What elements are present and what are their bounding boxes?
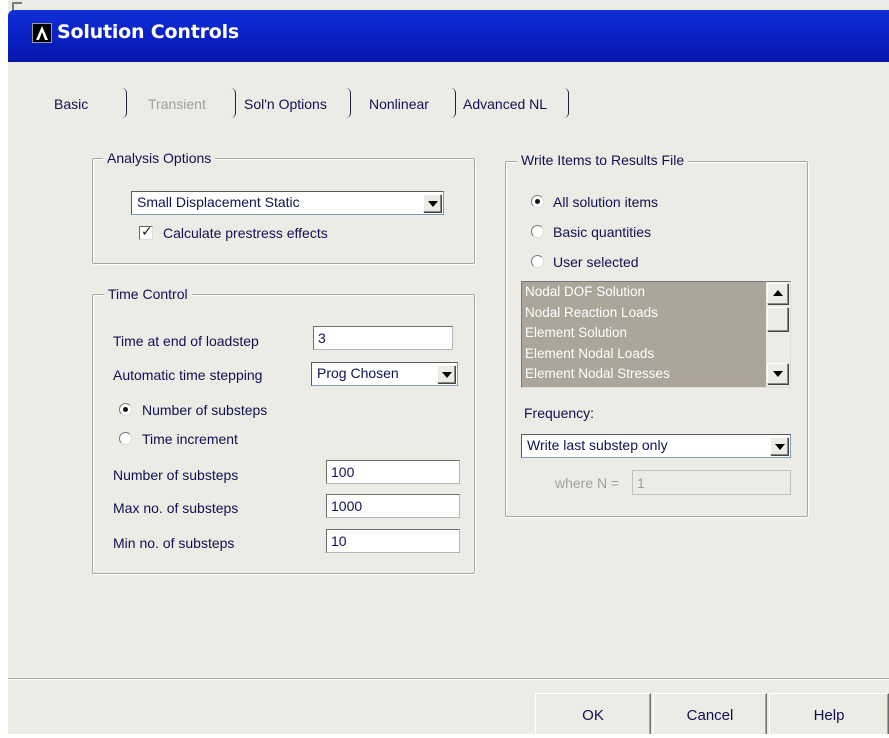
- cancel-button[interactable]: Cancel: [653, 693, 767, 734]
- tab-divider: [122, 88, 127, 118]
- min-substeps-field[interactable]: [327, 530, 459, 552]
- checkmark-icon: ✓: [141, 223, 153, 239]
- ok-button[interactable]: OK: [535, 693, 651, 734]
- where-n-field[interactable]: [633, 471, 790, 494]
- frequency-label: Frequency:: [524, 405, 595, 421]
- max-substeps-field[interactable]: [327, 495, 459, 517]
- end-time-input[interactable]: [313, 326, 453, 350]
- radio-number-of-substeps-label: Number of substeps: [142, 402, 268, 418]
- radio-number-of-substeps[interactable]: [119, 403, 132, 416]
- radio-user-selected-label: User selected: [553, 254, 639, 270]
- listbox-scrollbar[interactable]: [766, 282, 790, 387]
- tab-transient[interactable]: Transient: [148, 92, 206, 116]
- list-item[interactable]: Element Nodal Stresses: [522, 364, 766, 385]
- where-n-input[interactable]: [632, 470, 791, 495]
- dropdown-arrow-icon[interactable]: [437, 365, 455, 383]
- list-item[interactable]: Element Nodal Loads: [522, 344, 766, 365]
- prestress-checkbox[interactable]: ✓: [139, 223, 153, 240]
- max-substeps-input[interactable]: [326, 494, 460, 518]
- frequency-dropdown[interactable]: Write last substep only: [521, 434, 791, 458]
- help-button[interactable]: Help: [769, 693, 889, 734]
- bottom-divider: [8, 678, 889, 680]
- frequency-value: Write last substep only: [527, 437, 668, 453]
- tab-divider: [346, 88, 351, 118]
- auto-time-label: Automatic time stepping: [113, 367, 263, 383]
- tab-divider: [451, 88, 456, 118]
- tab-divider: [564, 88, 569, 118]
- tab-divider: [231, 88, 236, 118]
- min-substeps-label: Min no. of substeps: [113, 535, 235, 551]
- list-item[interactable]: Nodal DOF Solution: [522, 282, 766, 303]
- analysis-type-dropdown[interactable]: Small Displacement Static: [131, 191, 444, 215]
- min-substeps-input[interactable]: [326, 529, 460, 553]
- window-title: Solution Controls: [57, 21, 240, 43]
- tab-nonlinear[interactable]: Nonlinear: [369, 92, 429, 116]
- tab-soln-options[interactable]: Sol'n Options: [244, 92, 327, 116]
- num-substeps-label: Number of substeps: [113, 467, 239, 483]
- list-item[interactable]: Element Solution: [522, 323, 766, 344]
- results-items-listbox[interactable]: Nodal DOF Solution Nodal Reaction Loads …: [521, 281, 791, 388]
- analysis-type-value: Small Displacement Static: [137, 194, 300, 210]
- end-time-label: Time at end of loadstep: [113, 333, 259, 349]
- radio-all-solution-items[interactable]: [531, 195, 544, 208]
- num-substeps-field[interactable]: [327, 461, 459, 483]
- radio-basic-quantities-label: Basic quantities: [553, 224, 652, 240]
- write-items-label: Write Items to Results File: [517, 151, 689, 169]
- scroll-up-icon[interactable]: [767, 283, 788, 304]
- radio-time-increment-label: Time increment: [142, 431, 238, 447]
- radio-user-selected[interactable]: [531, 255, 544, 268]
- where-n-label: where N =: [555, 475, 620, 491]
- auto-time-value: Prog Chosen: [317, 365, 399, 381]
- list-item[interactable]: Nodal Reaction Loads: [522, 303, 766, 324]
- tab-advanced-nl[interactable]: Advanced NL: [463, 92, 547, 116]
- dropdown-arrow-icon[interactable]: [770, 437, 788, 455]
- time-control-label: Time Control: [104, 285, 192, 303]
- ansys-logo-icon: [32, 23, 52, 43]
- tab-basic[interactable]: Basic: [54, 92, 88, 116]
- dropdown-arrow-icon[interactable]: [423, 194, 441, 212]
- num-substeps-input[interactable]: [326, 460, 460, 484]
- auto-time-dropdown[interactable]: Prog Chosen: [311, 362, 458, 386]
- max-substeps-label: Max no. of substeps: [113, 500, 239, 516]
- scroll-thumb[interactable]: [767, 307, 788, 331]
- analysis-options-label: Analysis Options: [103, 149, 216, 167]
- radio-time-increment[interactable]: [119, 432, 132, 445]
- radio-basic-quantities[interactable]: [531, 225, 544, 238]
- prestress-label: Calculate prestress effects: [163, 225, 328, 241]
- end-time-field[interactable]: [314, 327, 452, 349]
- radio-all-solution-items-label: All solution items: [553, 194, 659, 210]
- scroll-down-icon[interactable]: [767, 363, 788, 384]
- listbox-items: Nodal DOF Solution Nodal Reaction Loads …: [522, 282, 766, 387]
